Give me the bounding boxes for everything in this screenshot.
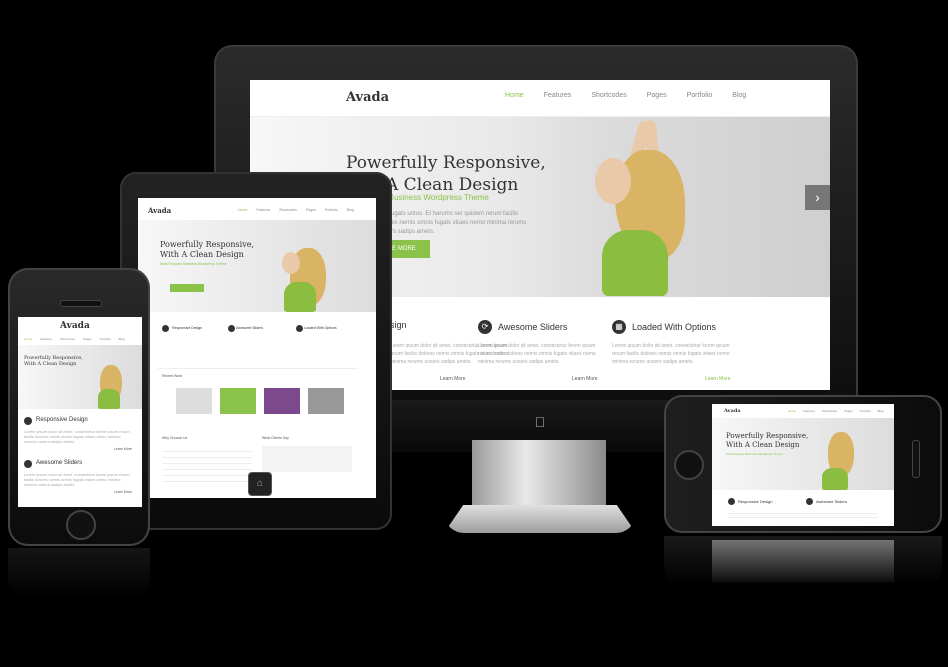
phone-feature-2-text: Lorem ipsum dolor sit amet, consectetur …	[24, 472, 130, 487]
tablet-hero-subtitle: Multi-Purpose Business Wordpress Theme	[160, 262, 227, 266]
tablet-feature-1: Responsive Design	[172, 326, 203, 330]
feature-text-3: Lorem ipsum dolor sit amet, consectetur …	[612, 343, 730, 365]
tablet-feature-3: Loaded With Options	[304, 326, 337, 330]
woman-face	[595, 158, 631, 204]
landscape-woman-top	[822, 468, 848, 490]
phone-landscape-screen: Avada Home Features Shortcodes Pages Por…	[712, 404, 894, 526]
slider-next-icon[interactable]: ›	[805, 185, 830, 210]
tablet-home-button-icon[interactable]: ⌂	[248, 472, 272, 496]
phone-feature-1-icon	[24, 417, 32, 425]
tablet-hero	[138, 220, 376, 312]
hero-subtitle: se Business Wordpress Theme	[378, 193, 489, 202]
landscape-feature-1-icon	[728, 498, 735, 505]
landscape-feature-2: Awesome Sliders	[816, 499, 847, 504]
woman-top	[602, 230, 668, 296]
site-logo[interactable]: Avada	[346, 90, 389, 105]
tablet-nav: Home Features Shortcodes Pages Portfolio…	[238, 208, 354, 212]
portrait-reflection	[8, 548, 150, 598]
phone-feature-2-icon	[24, 460, 32, 468]
landscape-hero-title: Powerfully Responsive, With A Clean Desi…	[726, 432, 809, 449]
portfolio-item-3[interactable]	[264, 388, 300, 414]
feature-options: ▦ Loaded With Options	[612, 320, 716, 334]
landscape-logo[interactable]: Avada	[724, 408, 741, 414]
nav-portfolio[interactable]: Portfolio	[687, 92, 713, 99]
feature-sliders: ⟳ Awesome Sliders	[478, 320, 567, 334]
nav-features[interactable]: Features	[544, 92, 572, 99]
phone-feature-1: Responsive Design	[36, 417, 88, 423]
landscape-feature-text	[728, 510, 878, 520]
landscape-reflection-screen	[712, 540, 894, 582]
learn-more-link-2[interactable]: Learn More	[572, 376, 598, 382]
tablet-woman-top	[284, 282, 316, 312]
phone-home-button-icon[interactable]	[66, 510, 96, 540]
monitor-stand-foot	[444, 505, 636, 533]
phone-feature-1-text: Lorem ipsum dolor sit amet, consectetur …	[24, 429, 130, 444]
landscape-nav: Home Features Shortcodes Pages Portfolio…	[788, 409, 884, 413]
tablet-what-clients: What Clients Say	[262, 436, 289, 440]
phone-speaker	[60, 300, 102, 307]
tablet-icon-2	[228, 325, 235, 332]
tablet-icon-3	[296, 325, 303, 332]
tablet-feature-2: Awesome Sliders	[236, 326, 263, 330]
tablet-checklist	[162, 446, 252, 486]
learn-more-link-3[interactable]: Learn More	[705, 376, 731, 382]
tablet-quote	[262, 446, 352, 472]
landscape-feature-2-icon	[806, 498, 813, 505]
tablet-why-choose: Why Choose Us	[162, 436, 188, 440]
learn-more-link-1[interactable]: Learn More	[440, 376, 466, 382]
nav-home[interactable]: Home	[505, 92, 524, 99]
landscape-subtitle: Multi-Purpose Business Wordpress Theme	[726, 452, 783, 456]
phone-learn-more-1[interactable]: Learn More	[114, 447, 132, 451]
tablet-recent-work: Recent Work	[162, 374, 183, 378]
phone-nav: Home Features Shortcodes Pages Portfolio…	[24, 337, 125, 341]
phone-hero-title: Powerfully Responsive, With A Clean Desi…	[24, 355, 83, 367]
phone-logo[interactable]: Avada	[60, 321, 90, 331]
portfolio-item-2[interactable]	[220, 388, 256, 414]
slider-icon: ⟳	[478, 320, 492, 334]
tablet-divider	[158, 368, 358, 369]
monitor-stand-neck	[472, 440, 606, 510]
landscape-feature-1: Responsive Design	[738, 499, 773, 504]
tablet-screen: Avada Home Features Shortcodes Pages Por…	[138, 198, 376, 498]
portfolio-item-1[interactable]	[176, 388, 212, 414]
options-icon: ▦	[612, 320, 626, 334]
tablet-hero-button[interactable]	[170, 284, 204, 292]
phone-feature-2: Awesome Sliders	[36, 460, 83, 466]
phone-woman-top	[98, 389, 120, 409]
phone-learn-more-2[interactable]: Learn More	[114, 490, 132, 494]
site-nav: Home Features Shortcodes Pages Portfolio…	[505, 92, 746, 99]
apple-logo-icon: 	[532, 414, 548, 430]
phone-portrait-screen: Avada Home Features Shortcodes Pages Por…	[18, 317, 142, 507]
nav-shortcodes[interactable]: Shortcodes	[591, 92, 626, 99]
nav-pages[interactable]: Pages	[647, 92, 667, 99]
portfolio-item-4[interactable]	[308, 388, 344, 414]
nav-blog[interactable]: Blog	[732, 92, 746, 99]
tablet-hero-title: Powerfully Responsive, With A Clean Desi…	[160, 240, 254, 259]
tablet-woman-face	[282, 252, 300, 274]
feature-text-2: Lorem ipsum dolor sit amet, consectetur …	[478, 343, 596, 365]
phone-landscape-speaker	[912, 440, 920, 478]
hero-paragraph: ose fugats untus. Et harums ser quidem r…	[378, 211, 527, 235]
phone-landscape-home-button-icon[interactable]	[674, 450, 704, 480]
tablet-logo[interactable]: Avada	[148, 206, 171, 215]
tablet-icon-1	[162, 325, 169, 332]
